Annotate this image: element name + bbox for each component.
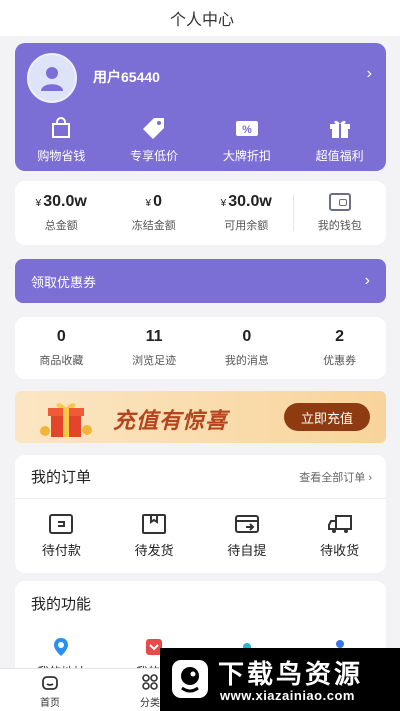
wallet-card-icon xyxy=(49,514,74,534)
order-pending-receipt[interactable]: 待收货 xyxy=(293,513,386,559)
gift-box-illustration-icon xyxy=(40,403,92,437)
recharge-banner[interactable]: 充值有惊喜 立即充值 xyxy=(15,391,386,443)
get-coupon-bar[interactable]: 领取优惠券 › xyxy=(15,259,386,303)
feature-label: 购物省钱 xyxy=(37,149,86,163)
orders-title: 我的订单 xyxy=(31,469,92,486)
feature-row: 购物省钱 专享低价 % 大牌折扣 超值福利 xyxy=(15,115,386,164)
package-box-icon xyxy=(142,514,167,534)
profile-chevron-icon[interactable]: › xyxy=(367,65,372,83)
stat-favorites[interactable]: 0 商品收藏 xyxy=(15,328,108,368)
avatar[interactable] xyxy=(27,53,77,103)
wallet-available[interactable]: ¥30.0w 可用余额 xyxy=(200,193,293,233)
wallet-value: 0 xyxy=(153,193,162,210)
currency-symbol: ¥ xyxy=(220,198,227,209)
order-status-label: 待收货 xyxy=(320,543,360,558)
category-grid-icon xyxy=(142,673,158,690)
wallet-label: 总金额 xyxy=(44,220,78,232)
feature-label: 大牌折扣 xyxy=(222,149,271,163)
wallet-frozen[interactable]: ¥0 冻结金额 xyxy=(108,193,201,233)
currency-symbol: ¥ xyxy=(35,198,42,209)
order-status-row: 待付款 待发货 待自提 待收货 xyxy=(15,499,386,559)
my-orders-card: 我的订单 查看全部订单 › 待付款 待发货 待自提 待收货 xyxy=(15,455,386,573)
home-icon xyxy=(42,675,58,690)
banner-text: 充值有惊喜 xyxy=(113,408,229,433)
stat-label: 优惠券 xyxy=(323,355,357,367)
profile-card[interactable]: 用户65440 › 购物省钱 专享低价 % 大牌折扣 超值福利 xyxy=(15,43,386,171)
watermark-url: www.xiazainiao.com xyxy=(220,688,355,703)
wallet-total[interactable]: ¥30.0w 总金额 xyxy=(15,193,108,233)
watermark: 下载鸟资源 www.xiazainiao.com xyxy=(160,648,400,711)
order-status-label: 待发货 xyxy=(134,543,174,558)
stat-value: 11 xyxy=(145,328,163,345)
stat-value: 0 xyxy=(56,328,66,345)
chevron-right-icon: › xyxy=(364,272,370,289)
tab-label: 分类 xyxy=(140,697,160,709)
watermark-name: 下载鸟资源 xyxy=(218,659,364,689)
stat-label: 商品收藏 xyxy=(39,355,84,367)
username: 用户65440 xyxy=(93,69,160,85)
pickup-card-icon xyxy=(234,515,259,533)
wallet-value: 30.0w xyxy=(43,193,87,210)
delivery-truck-icon xyxy=(327,515,352,533)
feature-label: 专享低价 xyxy=(130,149,179,163)
stats-card: 0 商品收藏 11 浏览足迹 0 我的消息 2 优惠券 xyxy=(15,317,386,379)
stat-value: 0 xyxy=(242,328,252,345)
svg-text:%: % xyxy=(242,124,252,136)
my-wallet-button[interactable]: 我的钱包 xyxy=(294,193,387,233)
currency-symbol: ¥ xyxy=(145,198,152,209)
recharge-now-button[interactable]: 立即充值 xyxy=(284,403,370,431)
stat-label: 浏览足迹 xyxy=(132,355,177,367)
location-pin-icon xyxy=(54,638,69,656)
functions-title: 我的功能 xyxy=(31,595,92,613)
order-status-label: 待自提 xyxy=(227,543,267,558)
wallet-value: 30.0w xyxy=(228,193,272,210)
feature-low-price[interactable]: 专享低价 xyxy=(108,115,201,164)
functions-header: 我的功能 xyxy=(15,581,386,625)
stat-history[interactable]: 11 浏览足迹 xyxy=(108,328,201,368)
order-pending-pickup[interactable]: 待自提 xyxy=(201,513,294,559)
stat-label: 我的消息 xyxy=(224,355,269,367)
discount-ticket-icon: % xyxy=(235,121,258,136)
feature-label: 超值福利 xyxy=(315,149,364,163)
stat-value: 2 xyxy=(335,328,345,345)
page-title: 个人中心 xyxy=(169,12,234,29)
wallet-icon xyxy=(328,193,351,211)
wallet-label: 冻结金额 xyxy=(131,220,176,232)
coupon-label: 领取优惠券 xyxy=(31,274,97,290)
my-wallet-label: 我的钱包 xyxy=(317,220,362,232)
feature-welfare[interactable]: 超值福利 xyxy=(293,115,386,164)
shopping-bag-icon xyxy=(52,117,71,138)
user-avatar-icon xyxy=(41,67,63,91)
stat-messages[interactable]: 0 我的消息 xyxy=(201,328,294,368)
orders-header: 我的订单 查看全部订单 › xyxy=(15,455,386,499)
order-pending-shipment[interactable]: 待发货 xyxy=(108,513,201,559)
order-pending-payment[interactable]: 待付款 xyxy=(15,513,108,559)
wallet-label: 可用余额 xyxy=(224,220,269,232)
feature-shopping[interactable]: 购物省钱 xyxy=(15,115,108,164)
tab-label: 首页 xyxy=(40,697,60,709)
view-all-orders-link[interactable]: 查看全部订单 › xyxy=(299,469,372,485)
top-bar: 个人中心 xyxy=(0,0,400,36)
price-tag-icon xyxy=(143,118,165,139)
order-status-label: 待付款 xyxy=(41,543,81,558)
gift-icon xyxy=(329,120,350,138)
wallet-card: ¥30.0w 总金额 ¥0 冻结金额 ¥30.0w 可用余额 我的钱包 xyxy=(15,181,386,245)
bird-logo-icon xyxy=(172,660,208,698)
tab-home[interactable]: 首页 xyxy=(0,669,100,711)
feature-discount[interactable]: % 大牌折扣 xyxy=(201,115,294,164)
stat-coupons[interactable]: 2 优惠券 xyxy=(293,328,386,368)
